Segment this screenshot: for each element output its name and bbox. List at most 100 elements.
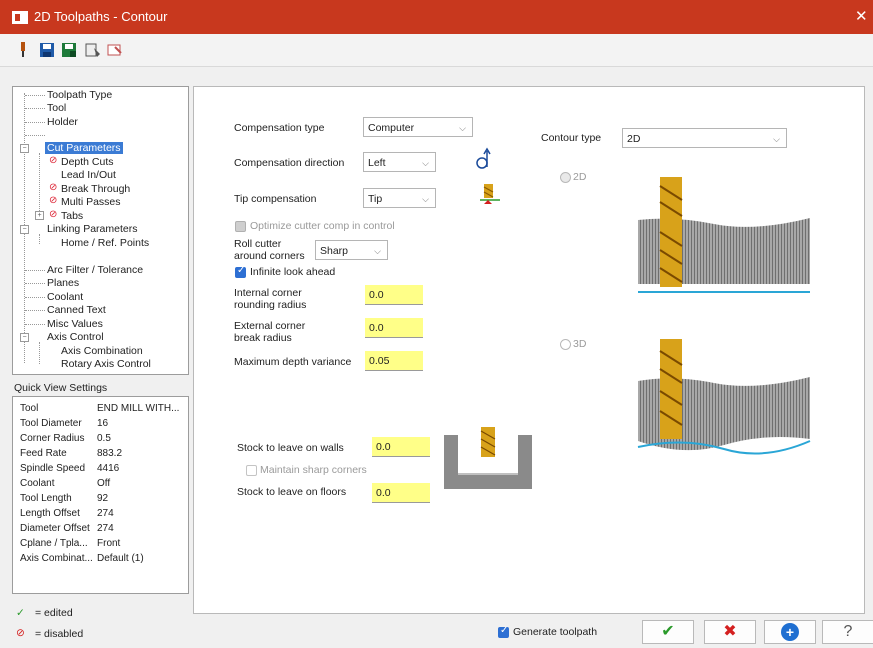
tree-item-tool[interactable]: Tool (47, 102, 66, 114)
help-icon: ? (843, 623, 853, 640)
cutter-comp-left-icon (476, 147, 491, 169)
internal-label-line1: Internal corner (234, 287, 302, 299)
stock-floors-input[interactable]: 0.0 (372, 483, 430, 503)
radio-2d[interactable] (560, 172, 571, 183)
tip-comp-label: Tip compensation (234, 193, 317, 205)
qv-value: Front (97, 538, 121, 549)
tip-comp-select[interactable]: Tip ⌵ (363, 188, 436, 208)
collapse-icon[interactable]: − (20, 144, 29, 153)
pick-entity-icon[interactable] (106, 40, 124, 60)
disabled-legend-icon: ⊘ (16, 627, 25, 639)
qv-key: Length Offset (20, 508, 80, 519)
ok-button[interactable]: ✔ (642, 620, 694, 644)
comp-type-select[interactable]: Computer ⌵ (363, 117, 473, 137)
disabled-icon: ⊘ (49, 195, 58, 206)
save-as-icon[interactable] (60, 40, 78, 60)
disabled-icon: ⊘ (49, 182, 58, 193)
external-label-line2: break radius (234, 332, 292, 344)
qv-value: 883.2 (97, 448, 123, 459)
help-button[interactable]: ? (822, 620, 873, 644)
legend-disabled: = disabled (35, 628, 84, 640)
tree-item-home-ref-points[interactable]: Home / Ref. Points (61, 237, 149, 249)
apply-button[interactable]: + (764, 620, 816, 644)
comp-dir-label: Compensation direction (234, 157, 345, 169)
infinite-look-ahead-checkbox[interactable] (235, 265, 246, 278)
x-icon: ✖ (723, 623, 737, 640)
stock-floors-label: Stock to leave on floors (237, 486, 347, 498)
chevron-down-icon: ⌵ (422, 194, 429, 204)
chevron-down-icon: ⌵ (422, 158, 429, 168)
contour-2d-illustration (638, 177, 810, 293)
tip-comp-value: Tip (368, 193, 383, 205)
close-icon[interactable]: ✕ (855, 7, 868, 25)
radio-2d-label: 2D (573, 171, 587, 183)
tree-item-linking-parameters[interactable]: Linking Parameters (47, 223, 137, 235)
maintain-sharp-checkbox[interactable] (246, 465, 257, 476)
external-corner-input[interactable]: 0.0 (365, 318, 423, 338)
tree-item-break-through[interactable]: Break Through (61, 183, 130, 195)
qv-key: Tool (20, 403, 39, 414)
qv-key: Axis Combinat... (20, 553, 93, 564)
chevron-down-icon: ⌵ (459, 123, 466, 133)
contour-3d-illustration (637, 339, 811, 455)
collapse-icon[interactable]: − (20, 225, 29, 234)
qv-key: Feed Rate (20, 448, 67, 459)
maintain-sharp-label: Maintain sharp corners (260, 464, 367, 476)
stock-walls-label: Stock to leave on walls (237, 442, 344, 454)
optimize-checkbox[interactable] (235, 221, 246, 232)
internal-corner-input[interactable]: 0.0 (365, 285, 423, 305)
qv-value: Off (97, 478, 111, 489)
tree-item-misc-values[interactable]: Misc Values (47, 318, 103, 330)
roll-cutter-label: Roll cutter around corners (234, 238, 305, 262)
comp-type-label: Compensation type (234, 122, 325, 134)
comp-dir-value: Left (368, 157, 386, 169)
qv-value: Default (1) (97, 553, 144, 564)
qv-value: 4416 (97, 463, 120, 474)
contour-type-label: Contour type (541, 132, 602, 144)
qv-value: 0.5 (97, 433, 111, 444)
tree-item-holder[interactable]: Holder (47, 116, 78, 128)
tree-item-cut-parameters[interactable]: Cut Parameters (45, 142, 123, 154)
comp-dir-select[interactable]: Left ⌵ (363, 152, 436, 172)
tree-item-planes[interactable]: Planes (47, 277, 79, 289)
tree-item-axis-control[interactable]: Axis Control (47, 331, 104, 343)
collapse-icon[interactable]: − (20, 333, 29, 342)
tree-item-tabs[interactable]: Tabs (61, 210, 83, 222)
tree-item-depth-cuts[interactable]: Depth Cuts (61, 156, 114, 168)
tool-pin-icon[interactable] (14, 40, 32, 60)
check-icon: ✔ (661, 623, 675, 640)
save-icon[interactable] (38, 40, 56, 60)
tree-item-toolpath-type[interactable]: Toolpath Type (47, 89, 112, 101)
tree-item-multi-passes[interactable]: Multi Passes (61, 196, 121, 208)
comp-type-value: Computer (368, 122, 415, 134)
chevron-down-icon: ⌵ (374, 246, 381, 256)
tree-item-axis-combination[interactable]: Axis Combination (61, 345, 143, 357)
expand-icon[interactable]: + (35, 211, 44, 220)
max-depth-input[interactable]: 0.05 (365, 351, 423, 371)
generate-toolpath-checkbox[interactable] (498, 625, 509, 638)
internal-label-line2: rounding radius (234, 299, 307, 311)
tree-item-rotary-axis-control[interactable]: Rotary Axis Control (61, 358, 151, 370)
roll-cutter-value: Sharp (320, 245, 349, 257)
roll-cutter-select[interactable]: Sharp ⌵ (315, 240, 388, 260)
external-label-line1: External corner (234, 320, 306, 332)
internal-corner-label: Internal corner rounding radius (234, 287, 306, 311)
contour-type-select[interactable]: 2D ⌵ (622, 128, 787, 148)
tree-item-coolant[interactable]: Coolant (47, 291, 83, 303)
edited-icon: ✓ (16, 607, 25, 619)
parameters-panel: Compensation type Computer ⌵ Compensation… (193, 86, 865, 614)
tree-item-canned-text[interactable]: Canned Text (47, 304, 106, 316)
cancel-button[interactable]: ✖ (704, 620, 756, 644)
qv-key: Corner Radius (20, 433, 85, 444)
infinite-look-ahead-label: Infinite look ahead (250, 266, 336, 278)
view-sheet-icon[interactable] (84, 40, 102, 60)
stock-walls-input[interactable]: 0.0 (372, 437, 430, 457)
qv-value: 92 (97, 493, 109, 504)
qv-key: Cplane / Tpla... (20, 538, 88, 549)
radio-3d[interactable] (560, 339, 571, 350)
qv-key: Tool Length (20, 493, 72, 504)
tree-item-arc-filter[interactable]: Arc Filter / Tolerance (47, 264, 143, 276)
tree-item-lead-in-out[interactable]: Lead In/Out (61, 169, 116, 181)
qv-key: Tool Diameter (20, 418, 82, 429)
disabled-icon: ⊘ (49, 209, 58, 220)
